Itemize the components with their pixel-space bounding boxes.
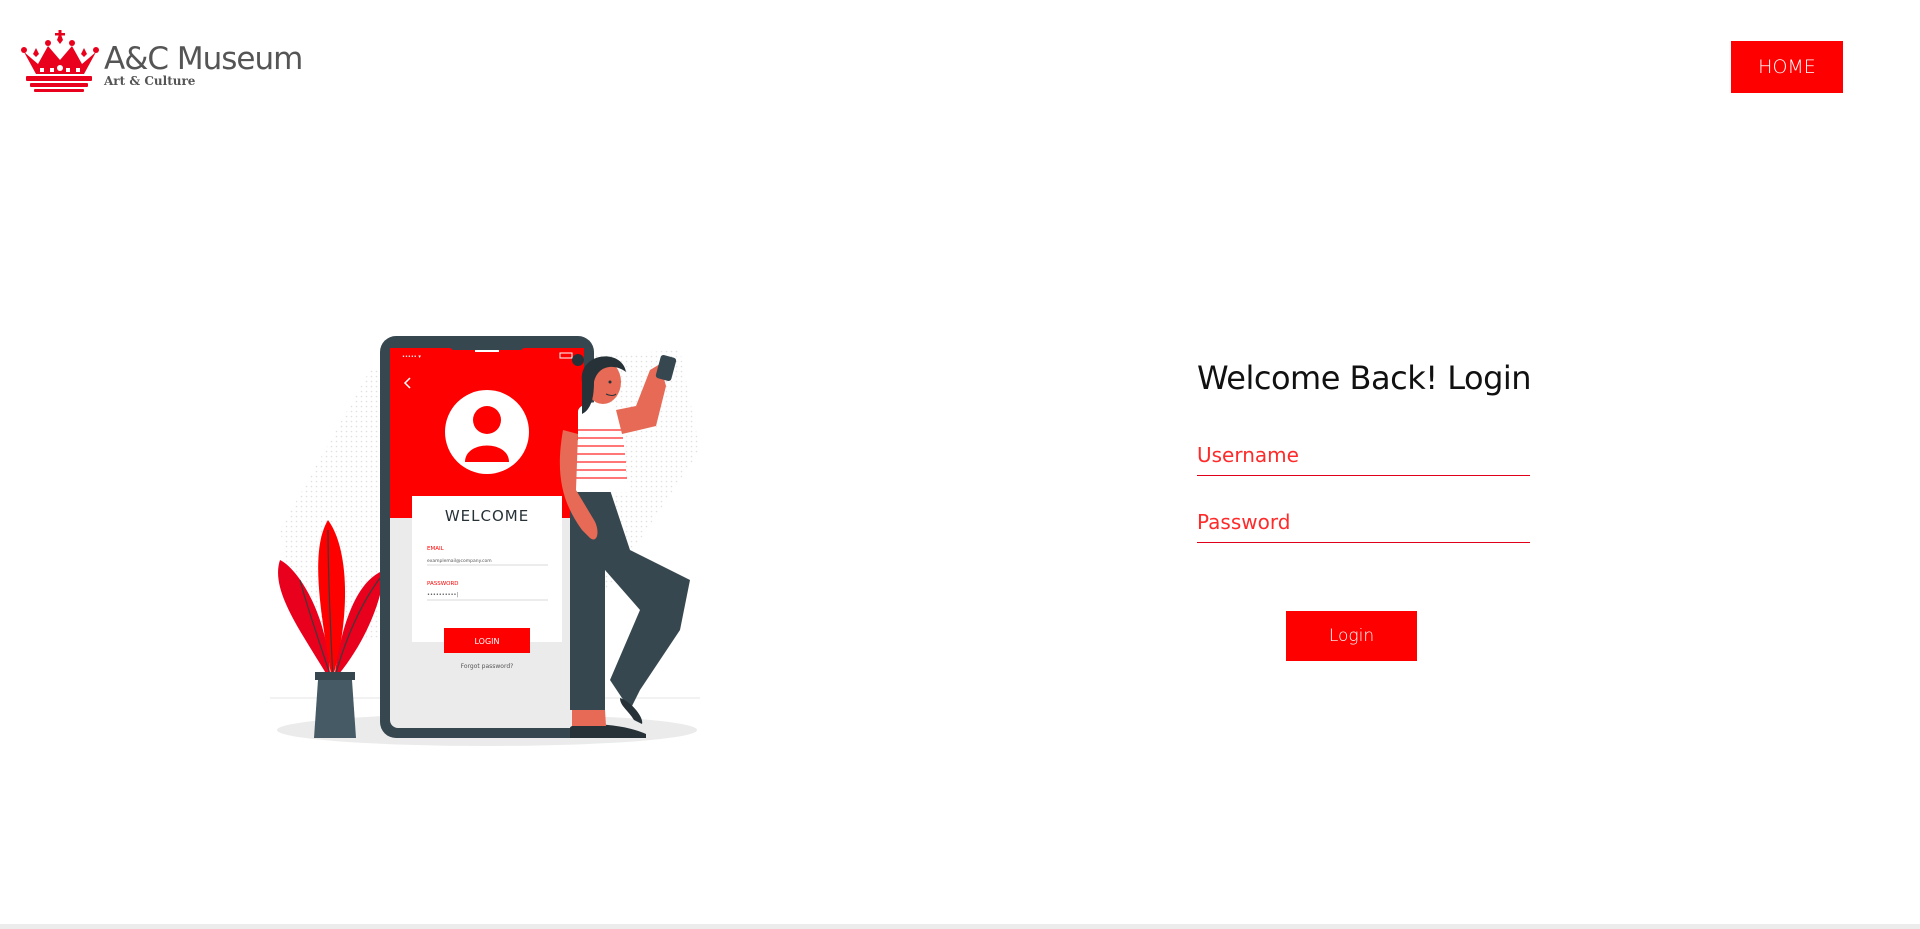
phone-email-value: examplemail@company.com — [427, 558, 492, 564]
brand-title: A&C Museum — [104, 41, 303, 77]
brand-text: A&C Museum Art & Culture — [104, 41, 303, 88]
phone-email-label: EMAIL — [427, 546, 445, 552]
password-input[interactable] — [1197, 510, 1530, 543]
username-input[interactable] — [1197, 443, 1530, 476]
phone-forgot-label: Forgot password? — [461, 663, 514, 670]
login-title: Welcome Back! Login — [1197, 359, 1532, 397]
phone-password-label: PASSWORD — [427, 581, 459, 587]
phone-icon: ••••• ▾ WELCOME EMAIL examplemail@compan… — [380, 336, 594, 738]
brand-logo[interactable]: A&C Museum Art & Culture — [20, 30, 303, 100]
login-form: Welcome Back! Login Login — [1197, 355, 1532, 661]
footer-divider — [0, 924, 1920, 929]
home-button[interactable]: HOME — [1731, 41, 1843, 93]
svg-text:••••••••••|: ••••••••••| — [427, 592, 458, 598]
phone-welcome-text: WELCOME — [445, 507, 529, 525]
login-button[interactable]: Login — [1286, 611, 1417, 661]
phone-login-label: LOGIN — [474, 637, 499, 646]
login-illustration: ••••• ▾ WELCOME EMAIL examplemail@compan… — [270, 336, 700, 746]
svg-text:••••• ▾: ••••• ▾ — [402, 354, 421, 360]
login-page: A&C Museum Art & Culture HOME ••••• ▾ WE… — [0, 0, 1920, 929]
crown-icon — [21, 30, 99, 92]
